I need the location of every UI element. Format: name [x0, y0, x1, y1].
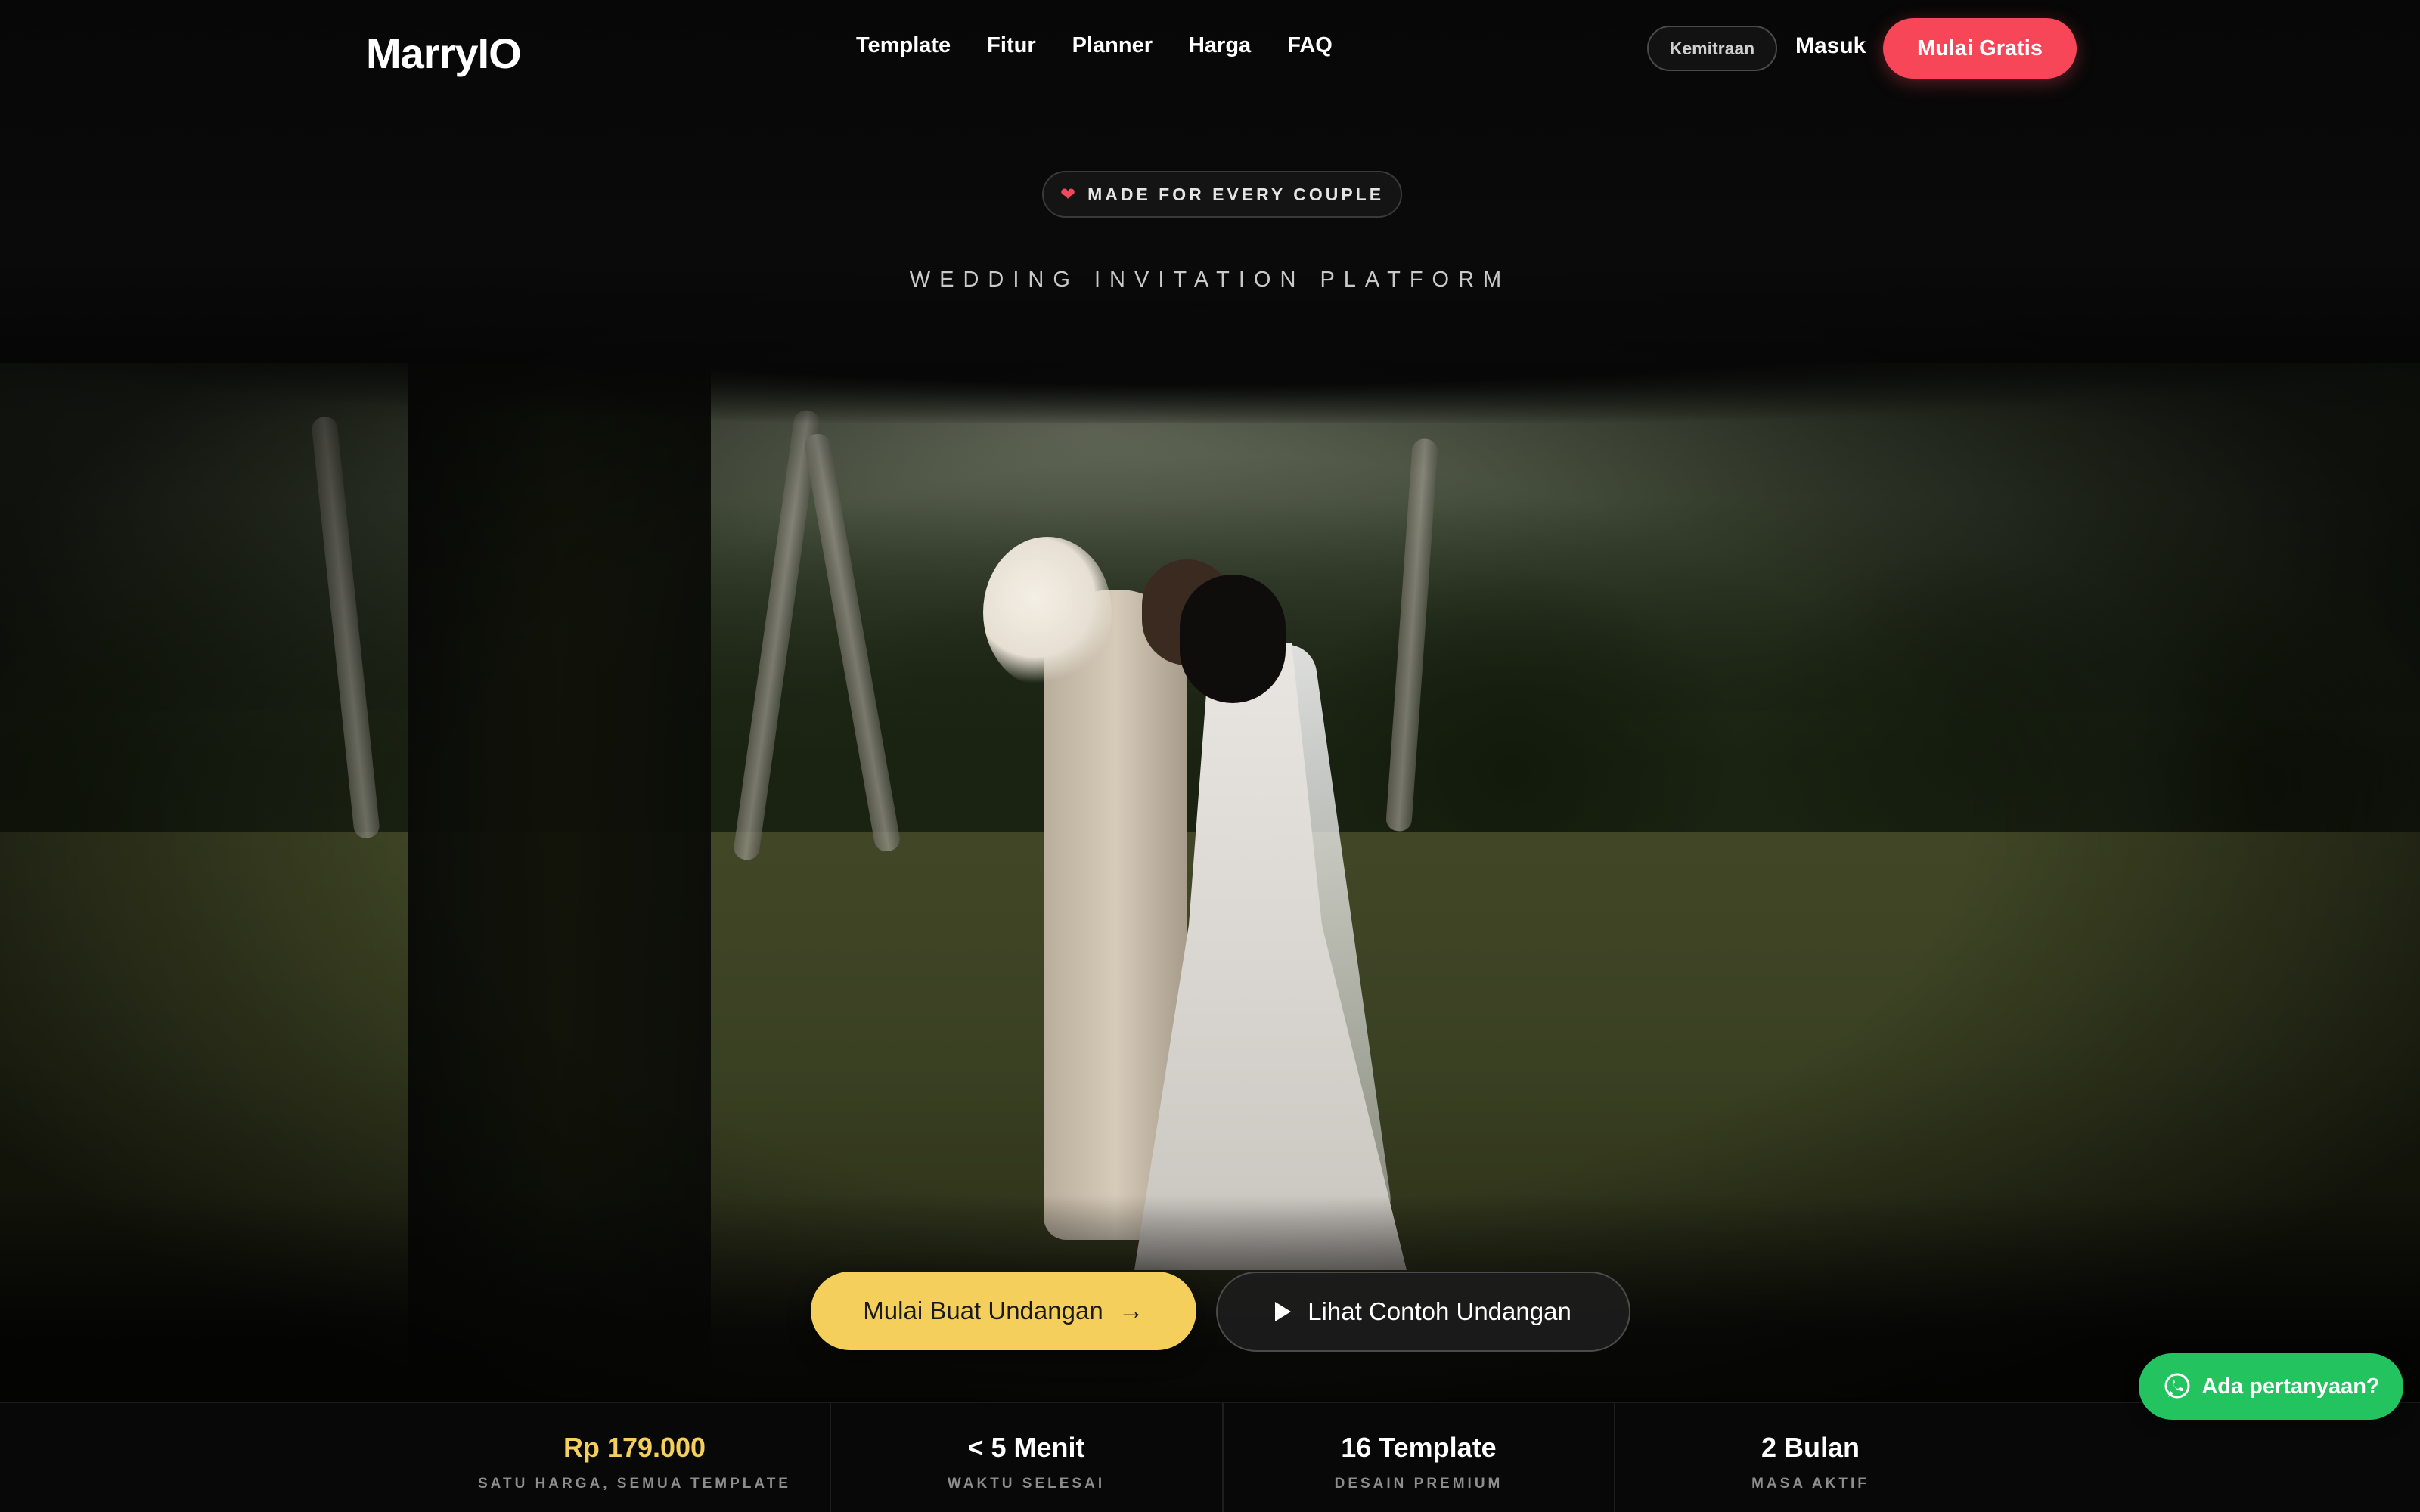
create-invitation-button[interactable]: Mulai Buat Undangan → [811, 1272, 1196, 1350]
nav-item-fitur[interactable]: Fitur [987, 33, 1035, 58]
stat-item-templates: 16 Template DESAIN PREMIUM [1223, 1403, 1615, 1512]
view-example-button[interactable]: Lihat Contoh Undangan [1216, 1272, 1630, 1352]
stat-item-active-period: 2 Bulan MASA AKTIF [1615, 1403, 2006, 1512]
bouquet [983, 537, 1112, 688]
frame-shadow-bottom [0, 1194, 2420, 1399]
create-invitation-label: Mulai Buat Undangan [863, 1297, 1103, 1325]
wedding-couple-figure [983, 491, 1407, 1270]
stat-item-time: < 5 Menit WAKTU SELESAI [830, 1403, 1222, 1512]
hero-badge-text: MADE FOR EVERY COUPLE [1087, 184, 1385, 204]
nav-item-template[interactable]: Template [856, 33, 951, 58]
bride-head [1180, 575, 1286, 703]
nav-item-harga[interactable]: Harga [1189, 33, 1251, 58]
heart-icon: ❤ [1060, 184, 1076, 205]
start-free-button[interactable]: Mulai Gratis [1883, 18, 2077, 79]
stat-item-price: Rp 179.000 SATU HARGA, SEMUA TEMPLATE [439, 1403, 830, 1512]
stat-label: MASA AKTIF [1751, 1476, 1869, 1492]
arrow-right-icon: → [1118, 1297, 1144, 1325]
whatsapp-label: Ada pertanyaan? [2201, 1374, 2380, 1399]
main-nav: Template Fitur Planner Harga FAQ [856, 33, 1333, 58]
stat-label: WAKTU SELESAI [947, 1476, 1106, 1492]
login-link[interactable]: Masuk [1795, 33, 1866, 59]
nav-item-faq[interactable]: FAQ [1287, 33, 1333, 58]
nav-item-planner[interactable]: Planner [1072, 33, 1153, 58]
kemitraan-button[interactable]: Kemitraan [1647, 26, 1777, 71]
site-header: MarryIO Template Fitur Planner Harga FAQ… [0, 0, 2420, 98]
whatsapp-chat-button[interactable]: Ada pertanyaan? [2139, 1353, 2403, 1420]
whatsapp-icon [2164, 1373, 2190, 1399]
brand-logo[interactable]: MarryIO [366, 29, 522, 78]
stat-value: Rp 179.000 [563, 1432, 706, 1463]
stat-value: 16 Template [1341, 1432, 1497, 1463]
landing-page: MarryIO Template Fitur Planner Harga FAQ… [0, 0, 2420, 1512]
hero-background-photo [0, 363, 2420, 1399]
stat-label: DESAIN PREMIUM [1334, 1476, 1503, 1492]
hero-badge: ❤ MADE FOR EVERY COUPLE [1042, 171, 1402, 218]
stats-bar: Rp 179.000 SATU HARGA, SEMUA TEMPLATE < … [0, 1402, 2420, 1512]
play-icon [1275, 1302, 1292, 1321]
stat-value: 2 Bulan [1761, 1432, 1860, 1463]
stat-value: < 5 Menit [967, 1432, 1085, 1463]
view-example-label: Lihat Contoh Undangan [1308, 1297, 1571, 1325]
hero-subtitle: WEDDING INVITATION PLATFORM [909, 268, 1511, 292]
stat-label: SATU HARGA, SEMUA TEMPLATE [478, 1476, 791, 1492]
